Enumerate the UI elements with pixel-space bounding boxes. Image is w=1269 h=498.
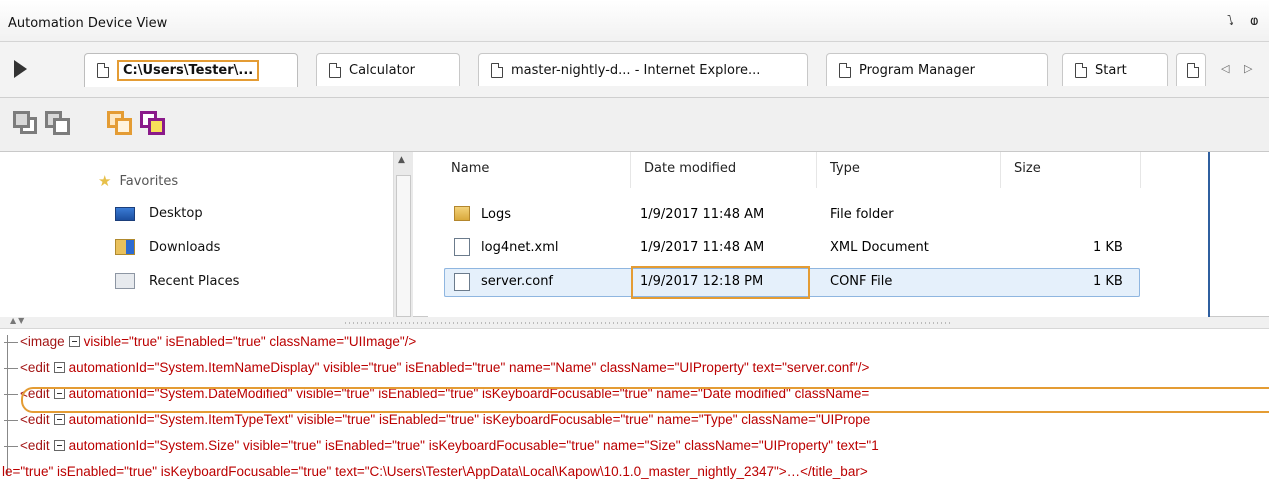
desktop-icon — [115, 206, 135, 221]
collapse-icon[interactable] — [53, 414, 65, 425]
tree-highlight-box — [21, 387, 1269, 413]
tab-start[interactable]: Start — [1062, 53, 1168, 86]
file-type: File folder — [830, 207, 894, 222]
nav-item-desktop[interactable]: Desktop — [115, 206, 203, 221]
document-icon — [1187, 62, 1199, 78]
file-list: Name Date modified Type Size Logs 1/9/20… — [428, 152, 1208, 317]
file-row-server-conf[interactable]: server.conf 1/9/2017 12:18 PM CONF File … — [444, 266, 1140, 299]
collapse-icon[interactable] — [53, 362, 65, 373]
tab-scroll-right-icon[interactable]: ▷ — [1244, 62, 1252, 75]
file-type: CONF File — [830, 274, 893, 289]
document-icon — [329, 62, 341, 78]
conf-file-icon — [454, 273, 470, 291]
collapse-icon[interactable] — [53, 440, 65, 451]
node-tag: <edit — [20, 360, 50, 375]
nav-item-label: Desktop — [149, 206, 203, 221]
restore-window-icon[interactable]: ⭝ — [1227, 14, 1234, 29]
tab-calculator[interactable]: Calculator — [316, 53, 460, 86]
nav-item-recent-places[interactable]: Recent Places — [115, 273, 239, 289]
scrollbar-thumb[interactable] — [396, 175, 411, 317]
toolbar — [0, 98, 1269, 152]
node-attributes: automationId="System.Size" visible="true… — [68, 438, 879, 453]
xml-file-icon — [454, 238, 470, 256]
file-row-log4net[interactable]: log4net.xml 1/9/2017 11:48 AM XML Docume… — [428, 234, 1208, 263]
gray-window-front-icon[interactable] — [45, 111, 72, 137]
file-name: Logs — [481, 207, 511, 222]
tab-internet-explorer[interactable]: master-nightly-d... - Internet Explore..… — [478, 53, 808, 86]
splitter-grip — [345, 322, 950, 324]
folder-icon — [454, 206, 470, 221]
nav-item-downloads[interactable]: Downloads — [115, 239, 220, 255]
purple-window-star-icon[interactable] — [140, 111, 167, 137]
window-border — [1208, 152, 1210, 317]
column-header-name[interactable]: Name — [451, 161, 489, 176]
file-size: 1 KB — [1093, 240, 1123, 255]
splitter-arrows-icon[interactable]: ▲▼ — [10, 316, 26, 325]
file-row-logs[interactable]: Logs 1/9/2017 11:48 AM File folder — [428, 201, 1208, 230]
tab-explorer[interactable]: C:\Users\Tester\... — [84, 53, 298, 87]
tab-overflow[interactable] — [1176, 53, 1206, 86]
document-icon — [839, 62, 851, 78]
file-size: 1 KB — [1093, 274, 1123, 289]
tab-label: master-nightly-d... - Internet Explore..… — [511, 62, 761, 78]
date-highlight-box — [631, 266, 810, 299]
document-icon — [491, 62, 503, 78]
tree-node-text[interactable]: le="true" isEnabled="true" isKeyboardFoc… — [0, 461, 1269, 483]
file-date: 1/9/2017 11:48 AM — [640, 240, 765, 255]
node-attributes: le="true" isEnabled="true" isKeyboardFoc… — [2, 464, 868, 479]
nav-item-label: Recent Places — [149, 273, 240, 289]
column-header-type[interactable]: Type — [830, 161, 860, 176]
node-tag: <edit — [20, 438, 50, 453]
tab-label: C:\Users\Tester\... — [117, 60, 260, 81]
column-header-date-modified[interactable]: Date modified — [644, 161, 736, 176]
pin-window-icon[interactable]: ⱷ — [1250, 14, 1259, 29]
collapse-icon[interactable] — [68, 336, 80, 347]
explorer-window: ★ Favorites Desktop Downloads Recent Pla… — [0, 152, 1269, 317]
window-title: Automation Device View — [8, 16, 168, 31]
automation-device-view: Automation Device View ⭝ ⱷ C:\Users\Test… — [0, 0, 1269, 498]
nav-item-label: Downloads — [149, 239, 221, 255]
element-tree: <image visible="true" isEnabled="true" cl… — [0, 329, 1269, 498]
document-icon — [1075, 62, 1087, 78]
tab-label: Program Manager — [859, 62, 975, 78]
navigation-pane: ★ Favorites Desktop Downloads Recent Pla… — [0, 152, 413, 317]
recent-places-icon — [115, 273, 135, 289]
file-name: server.conf — [481, 274, 554, 289]
pane-splitter[interactable]: ▲▼ — [0, 316, 1269, 329]
downloads-icon — [115, 239, 135, 255]
window-titlebar: Automation Device View ⭝ ⱷ — [0, 0, 1269, 42]
tree-node[interactable]: <edit automationId="System.ItemNameDispla… — [0, 357, 1269, 379]
nav-favorites[interactable]: ★ Favorites — [98, 172, 178, 190]
tab-scroll-left-icon[interactable]: ◁ — [1221, 62, 1229, 75]
file-date: 1/9/2017 11:48 AM — [640, 207, 765, 222]
node-attributes: automationId="System.ItemNameDisplay" vi… — [68, 360, 870, 375]
gray-window-back-icon[interactable] — [13, 111, 40, 137]
file-type: XML Document — [830, 240, 929, 255]
file-name: log4net.xml — [481, 240, 559, 255]
tree-node[interactable]: <edit automationId="System.Size" visible=… — [0, 435, 1269, 457]
tab-program-manager[interactable]: Program Manager — [826, 53, 1048, 86]
column-header-size[interactable]: Size — [1014, 161, 1041, 176]
node-tag: <edit — [20, 412, 50, 427]
document-icon — [97, 63, 109, 78]
node-attributes: automationId="System.ItemTypeText" visib… — [68, 412, 871, 427]
orange-window-refresh-icon[interactable] — [107, 111, 134, 137]
tab-strip: C:\Users\Tester\... Calculator master-ni… — [0, 42, 1269, 98]
tree-node[interactable]: <image visible="true" isEnabled="true" cl… — [0, 331, 1269, 353]
node-attributes: visible="true" isEnabled="true" classNam… — [83, 334, 417, 349]
node-tag: <image — [20, 334, 65, 349]
nav-scrollbar[interactable]: ▲ — [393, 152, 413, 317]
play-icon[interactable] — [14, 60, 27, 78]
tab-label: Start — [1095, 62, 1127, 78]
star-icon: ★ — [98, 172, 112, 190]
nav-favorites-label: Favorites — [119, 173, 179, 189]
scroll-up-icon[interactable]: ▲ — [398, 155, 405, 165]
tab-label: Calculator — [349, 62, 416, 78]
